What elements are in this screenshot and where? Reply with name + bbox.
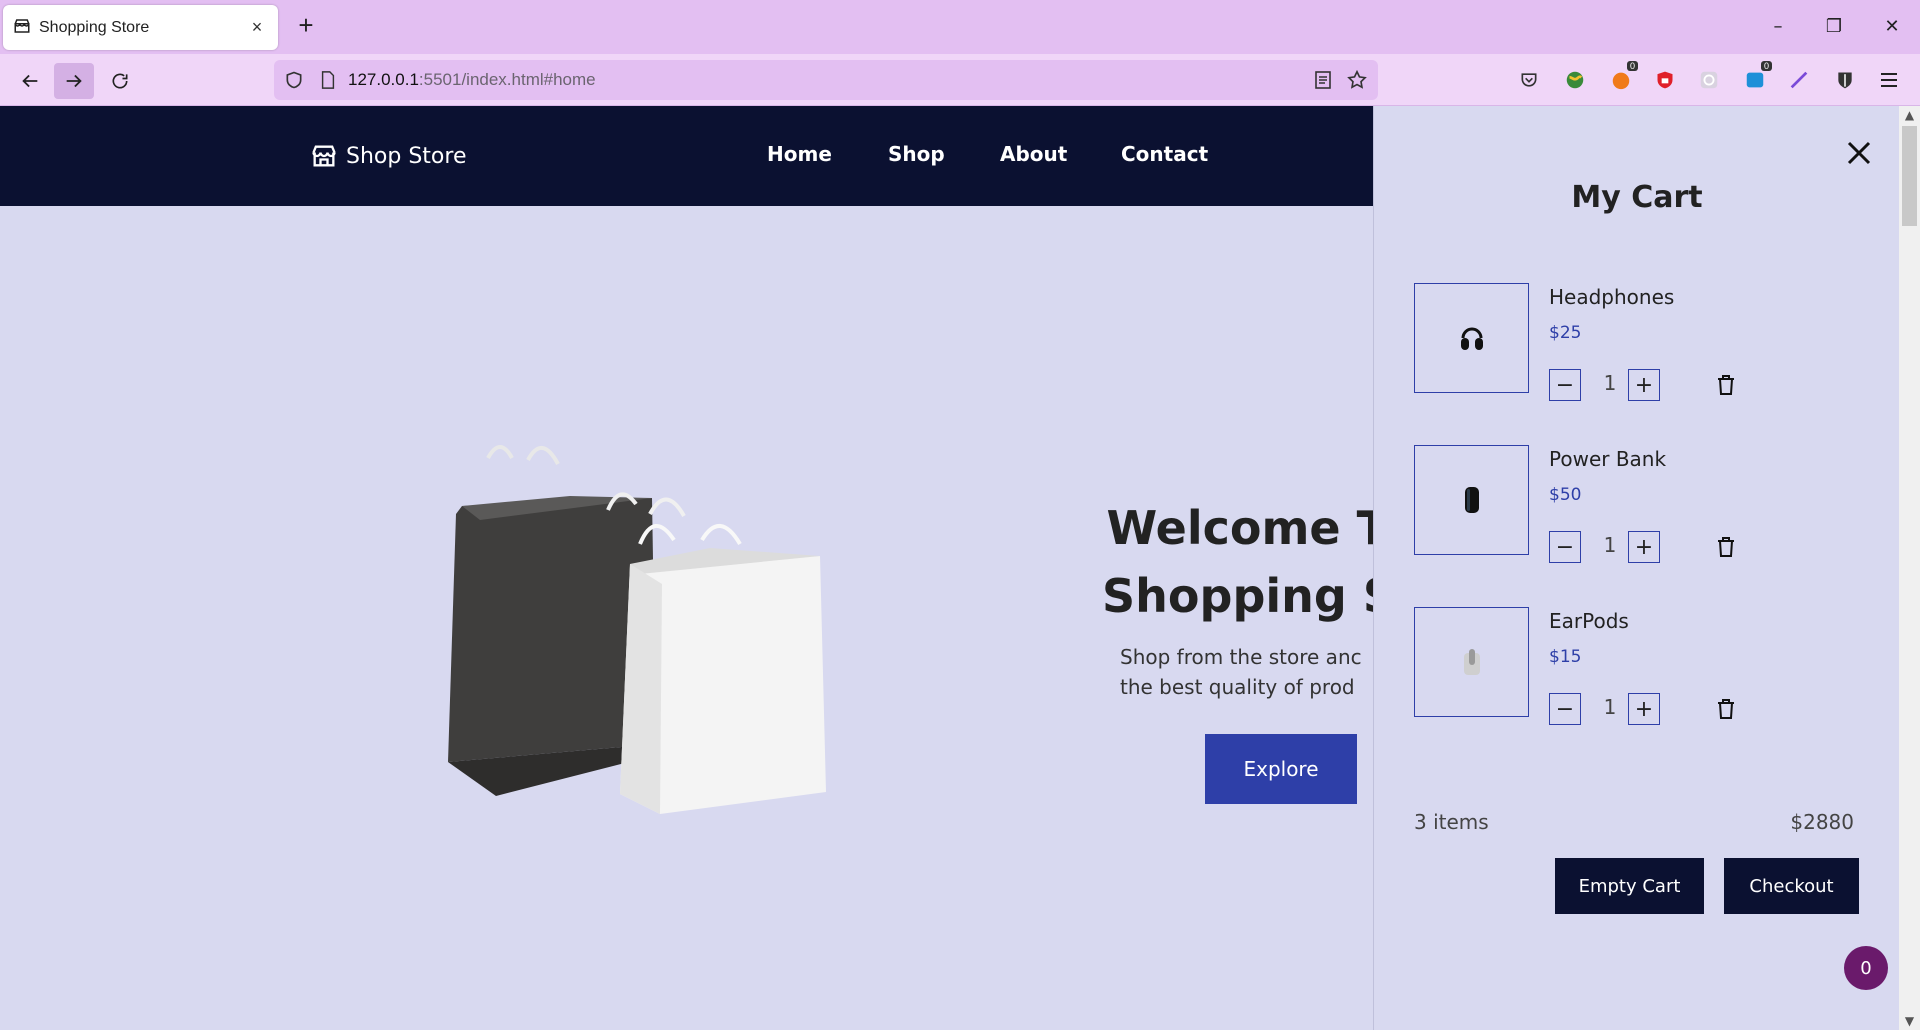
trash-icon[interactable] xyxy=(1714,697,1738,721)
close-window-button[interactable]: ✕ xyxy=(1872,12,1912,42)
address-bar[interactable]: 127.0.0.1:5501/index.html#home xyxy=(274,60,1378,100)
trash-icon[interactable] xyxy=(1714,535,1738,559)
minimize-button[interactable]: – xyxy=(1758,12,1798,42)
reload-button[interactable] xyxy=(100,63,140,99)
back-button[interactable] xyxy=(10,63,50,99)
store-icon xyxy=(312,145,336,167)
browser-tab[interactable]: Shopping Store × xyxy=(3,5,278,50)
cart-title: My Cart xyxy=(1571,180,1703,215)
cart-item: EarPods $15 − 1 + xyxy=(1414,607,1854,725)
cart-item: Power Bank $50 − 1 + xyxy=(1414,445,1854,563)
item-quantity: 1 xyxy=(1603,371,1617,395)
headphones-icon xyxy=(1460,327,1483,350)
item-price: $15 xyxy=(1549,647,1582,667)
grey-extension-icon[interactable] xyxy=(1696,67,1722,93)
reader-view-icon xyxy=(1315,71,1331,89)
hamburger-menu-icon[interactable] xyxy=(1876,67,1902,93)
item-name: Power Bank xyxy=(1549,447,1667,471)
reload-icon xyxy=(112,73,128,89)
power-bank-icon xyxy=(1464,487,1479,513)
url-text[interactable]: 127.0.0.1:5501/index.html#home xyxy=(348,70,596,90)
bookmark-star-icon xyxy=(1347,69,1367,89)
tab-title: Shopping Store xyxy=(39,18,150,36)
nav-shop[interactable]: Shop xyxy=(888,142,945,166)
adblock-shield-icon[interactable] xyxy=(1652,67,1678,93)
browser-toolbar: 127.0.0.1:5501/index.html#home 0 0 xyxy=(0,54,1920,106)
earpods-icon xyxy=(1463,649,1480,675)
explore-button[interactable]: Explore xyxy=(1205,734,1357,804)
increase-quantity-button[interactable]: + xyxy=(1628,531,1660,563)
increase-quantity-button[interactable]: + xyxy=(1628,693,1660,725)
checkout-button[interactable]: Checkout xyxy=(1724,858,1859,914)
scroll-up-arrow[interactable]: ▲ xyxy=(1899,106,1920,124)
globe-extension-icon[interactable] xyxy=(1562,67,1588,93)
cart-item: Headphones $25 − 1 + xyxy=(1414,283,1854,401)
product-thumbnail xyxy=(1414,283,1529,393)
arrow-right-icon xyxy=(66,74,82,88)
product-thumbnail xyxy=(1414,607,1529,717)
nav-home[interactable]: Home xyxy=(767,142,832,166)
decrease-quantity-button[interactable]: − xyxy=(1549,531,1581,563)
shield-icon xyxy=(286,71,302,89)
close-icon[interactable] xyxy=(1844,138,1874,168)
pen-extension-icon[interactable] xyxy=(1786,67,1812,93)
scroll-thumb[interactable] xyxy=(1902,126,1917,226)
trash-icon[interactable] xyxy=(1714,373,1738,397)
tab-close-button[interactable]: × xyxy=(246,17,268,38)
shopping-bags-image xyxy=(448,445,826,814)
nav-contact[interactable]: Contact xyxy=(1121,142,1208,166)
new-tab-button[interactable]: + xyxy=(292,12,320,40)
item-price: $25 xyxy=(1549,323,1582,343)
page-viewport: Shop Store Home Shop About Contact Welco… xyxy=(0,106,1920,1030)
store-icon xyxy=(13,17,31,39)
cart-panel: My Cart Headphones $25 − 1 + Power Bank … xyxy=(1373,106,1899,1030)
empty-cart-button[interactable]: Empty Cart xyxy=(1555,858,1704,914)
decrease-quantity-button[interactable]: − xyxy=(1549,369,1581,401)
logo-text: Shop Store xyxy=(346,143,467,169)
cart-total: $2880 xyxy=(1790,810,1854,834)
item-name: Headphones xyxy=(1549,285,1675,309)
page-scrollbar[interactable]: ▲ ▼ xyxy=(1899,106,1920,1030)
item-quantity: 1 xyxy=(1603,695,1617,719)
blue-extension-icon[interactable]: 0 xyxy=(1742,61,1772,93)
browser-tab-strip: Shopping Store × + – ❐ ✕ xyxy=(0,0,1920,54)
pocket-icon[interactable] xyxy=(1516,67,1542,93)
restore-button[interactable]: ❐ xyxy=(1814,12,1854,42)
forward-button[interactable] xyxy=(54,63,94,99)
decrease-quantity-button[interactable]: − xyxy=(1549,693,1581,725)
item-quantity: 1 xyxy=(1603,533,1617,557)
item-name: EarPods xyxy=(1549,609,1629,633)
bitwarden-icon[interactable] xyxy=(1832,67,1858,93)
scroll-down-arrow[interactable]: ▼ xyxy=(1899,1012,1920,1030)
cart-count-bubble[interactable]: 0 xyxy=(1844,946,1888,990)
product-thumbnail xyxy=(1414,445,1529,555)
cart-item-count: 3 items xyxy=(1414,810,1489,834)
increase-quantity-button[interactable]: + xyxy=(1628,369,1660,401)
site-logo[interactable]: Shop Store xyxy=(310,142,466,170)
item-price: $50 xyxy=(1549,485,1582,505)
page-icon xyxy=(321,71,335,89)
orange-extension-icon[interactable]: 0 xyxy=(1608,61,1638,93)
nav-about[interactable]: About xyxy=(1000,142,1067,166)
arrow-left-icon xyxy=(22,74,38,88)
